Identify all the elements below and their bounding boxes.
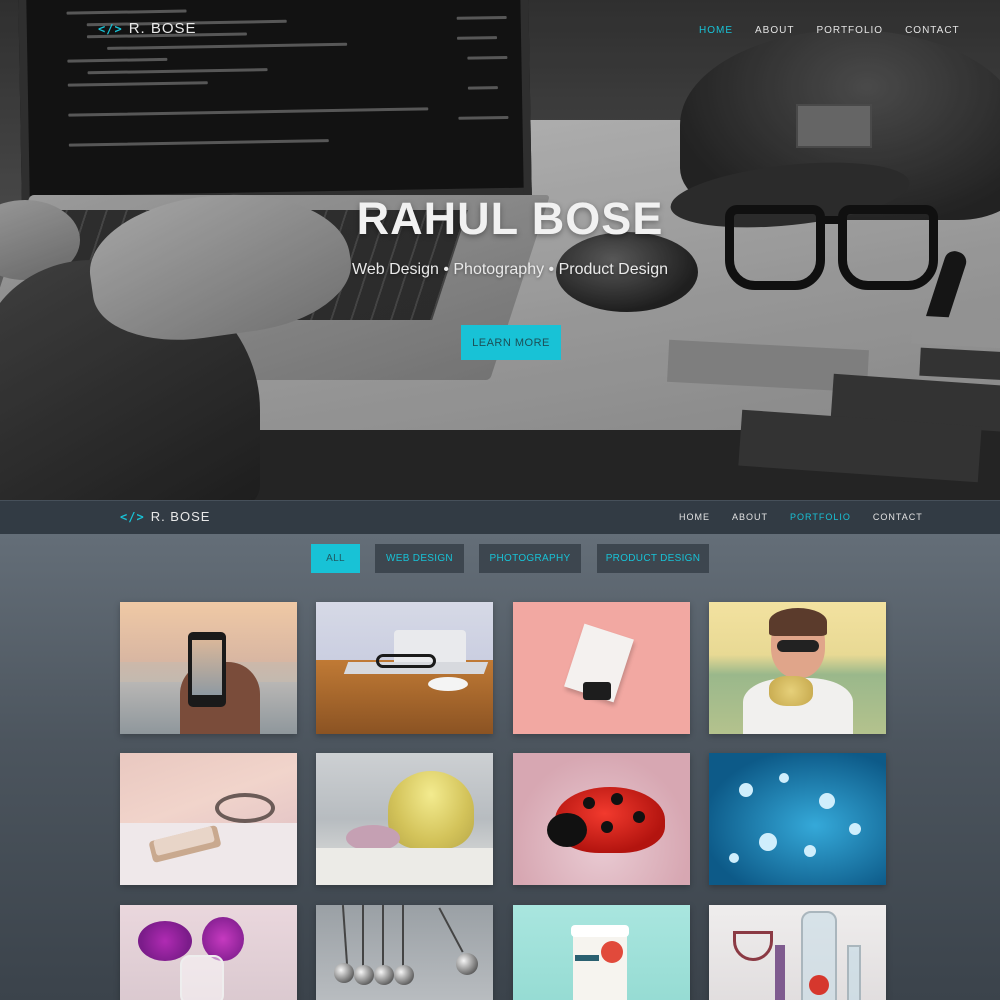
portfolio-item-newtons-cradle[interactable] xyxy=(316,905,493,1000)
hero-navbar: </> R. BOSE HOME ABOUT PORTFOLIO CONTACT xyxy=(0,0,1000,60)
sticky-navbar: </> R. BOSE HOME ABOUT PORTFOLIO CONTACT xyxy=(0,500,1000,534)
filter-all-button[interactable]: ALL xyxy=(311,544,360,573)
portfolio-item-phone-in-hand[interactable] xyxy=(120,602,297,734)
portfolio-item-business-card[interactable] xyxy=(513,602,690,734)
portfolio-item-phone-table[interactable] xyxy=(120,753,297,885)
portfolio-section: ALL WEB DESIGN PHOTOGRAPHY PRODUCT DESIG… xyxy=(0,534,1000,1000)
brand-logo[interactable]: </> R. BOSE xyxy=(98,20,197,37)
code-icon: </> xyxy=(98,21,123,36)
portfolio-item-glass-bottles[interactable] xyxy=(709,905,886,1000)
portfolio-item-seashells[interactable] xyxy=(316,753,493,885)
learn-more-button[interactable]: LEARN MORE xyxy=(461,325,561,360)
portfolio-item-purple-flowers[interactable] xyxy=(120,905,297,1000)
portfolio-filters: ALL WEB DESIGN PHOTOGRAPHY PRODUCT DESIG… xyxy=(0,544,1000,574)
brand-name: R. BOSE xyxy=(150,509,211,524)
code-icon: </> xyxy=(120,509,145,524)
filter-web-design-button[interactable]: WEB DESIGN xyxy=(375,544,464,573)
nav-contact-link[interactable]: CONTACT xyxy=(873,512,923,522)
nav-home-link[interactable]: HOME xyxy=(699,25,733,36)
portfolio-item-laptop-glasses[interactable] xyxy=(316,602,493,734)
hero-section: </> R. BOSE HOME ABOUT PORTFOLIO CONTACT… xyxy=(0,0,1000,500)
brand-logo[interactable]: </> R. BOSE xyxy=(120,509,210,524)
portfolio-item-coffee-cup[interactable] xyxy=(513,905,690,1000)
hero-subtitle: Web Design • Photography • Product Desig… xyxy=(352,261,668,278)
portfolio-item-woman-sunglasses[interactable] xyxy=(709,602,886,734)
filter-photography-button[interactable]: PHOTOGRAPHY xyxy=(479,544,581,573)
hero-nav-links: HOME ABOUT PORTFOLIO CONTACT xyxy=(699,25,960,36)
brand-name: R. BOSE xyxy=(128,20,197,37)
nav-home-link[interactable]: HOME xyxy=(679,512,710,522)
filter-product-design-button[interactable]: PRODUCT DESIGN xyxy=(597,544,709,573)
portfolio-item-ladybug[interactable] xyxy=(513,753,690,885)
portfolio-item-water-droplets[interactable] xyxy=(709,753,886,885)
nav-about-link[interactable]: ABOUT xyxy=(732,512,768,522)
nav-portfolio-link[interactable]: PORTFOLIO xyxy=(816,25,883,36)
sticky-nav-links: HOME ABOUT PORTFOLIO CONTACT xyxy=(679,512,923,522)
nav-contact-link[interactable]: CONTACT xyxy=(905,25,960,36)
nav-portfolio-link[interactable]: PORTFOLIO xyxy=(790,512,851,522)
hero-title: RAHUL BOSE xyxy=(356,193,664,244)
nav-about-link[interactable]: ABOUT xyxy=(755,25,794,36)
